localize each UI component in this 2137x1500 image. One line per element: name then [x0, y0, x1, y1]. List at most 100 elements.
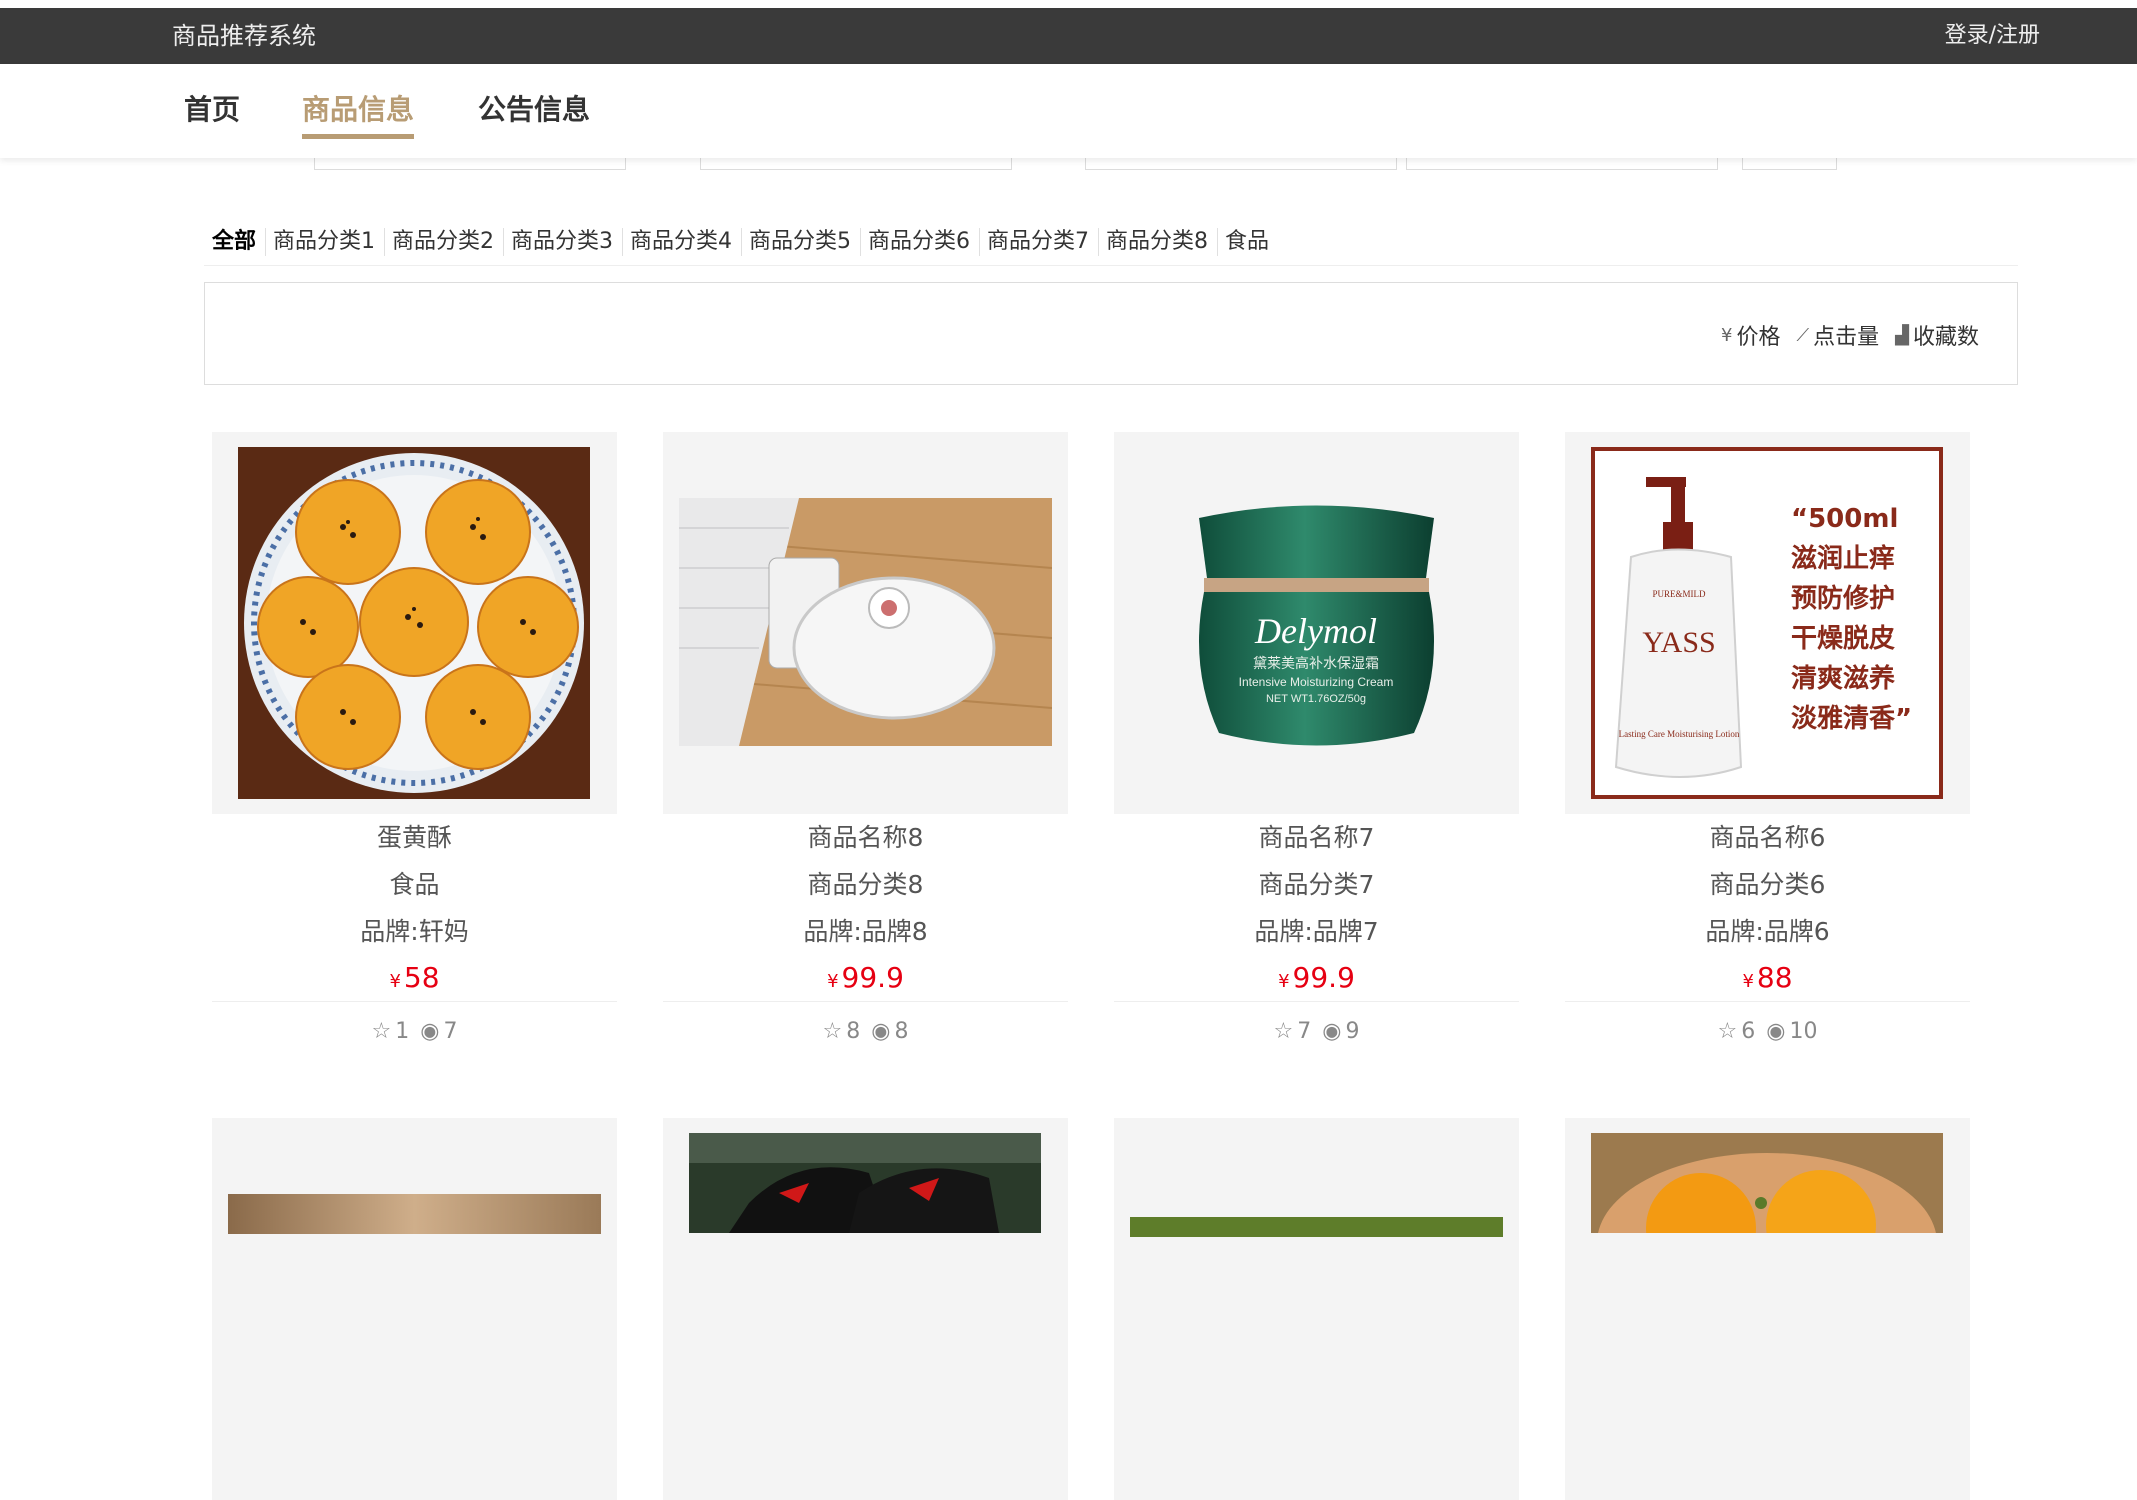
product-brand: 品牌:品牌7	[1254, 917, 1379, 946]
svg-text:黛莱美高补水保湿霜: 黛莱美高补水保湿霜	[1253, 655, 1379, 672]
sort-label: 点击量	[1813, 325, 1880, 350]
yen-icon: ¥	[1721, 324, 1733, 346]
product-image[interactable]	[212, 1118, 617, 1500]
product-name[interactable]: 商品名称8	[663, 814, 1068, 861]
filter-input-4[interactable]	[1406, 158, 1718, 170]
shoes-photo-partial	[689, 1133, 1041, 1233]
favorite-count: 1	[395, 1019, 410, 1044]
product-brand: 品牌:轩妈	[360, 917, 469, 946]
top-bar: 商品推荐系统 登录/注册	[0, 8, 2137, 64]
product-card[interactable]: 商品名称8 商品分类8 品牌:品牌8 ¥99.9 ☆ 8 ◉ 8	[663, 432, 1068, 1061]
yen-icon: ¥	[1742, 971, 1754, 992]
eye-icon: ◉	[1322, 1019, 1342, 1044]
svg-text:Delymol: Delymol	[1254, 611, 1377, 651]
svg-text:干燥脱皮: 干燥脱皮	[1791, 624, 1895, 654]
login-register-link[interactable]: 登录/注册	[1945, 8, 2040, 64]
eye-icon: ◉	[1766, 1019, 1786, 1044]
main-nav: 首页 商品信息 公告信息	[0, 64, 2137, 158]
sort-by-clicks[interactable]: ⟋ 点击量	[1797, 319, 1880, 351]
product-brand: 品牌:品牌6	[1705, 917, 1830, 946]
product-card[interactable]	[1565, 1118, 1970, 1500]
category-item[interactable]: 商品分类2	[385, 227, 505, 256]
favorite-count: 6	[1741, 1019, 1756, 1044]
category-filter: 全部 商品分类1 商品分类2 商品分类3 商品分类4 商品分类5 商品分类6 商…	[204, 218, 2018, 266]
sort-by-price[interactable]: ¥ 价格	[1721, 319, 1780, 351]
view-count: 7	[443, 1019, 458, 1044]
sort-by-favorites[interactable]: ▟ 收藏数	[1895, 319, 1979, 351]
product-photo-partial	[228, 1194, 601, 1234]
product-price: ¥58	[389, 961, 440, 994]
site-brand[interactable]: 商品推荐系统	[172, 8, 316, 64]
star-icon: ☆	[371, 1019, 392, 1044]
view-count: 8	[894, 1019, 909, 1044]
product-category: 食品	[389, 870, 440, 899]
category-item[interactable]: 商品分类8	[1099, 227, 1219, 256]
product-image[interactable]: PURE&MILD YASS Lasting Care Moisturising…	[1565, 432, 1970, 814]
product-image[interactable]: Delymol 黛莱美高补水保湿霜 Intensive Moisturizing…	[1114, 432, 1519, 814]
category-item[interactable]: 商品分类3	[504, 227, 624, 256]
product-card[interactable]	[212, 1118, 617, 1500]
yen-icon: ¥	[389, 971, 401, 992]
sort-bar: ¥ 价格 ⟋ 点击量 ▟ 收藏数	[204, 282, 2018, 385]
egg-yolk-pastry-image	[238, 447, 590, 799]
product-name[interactable]: 商品名称7	[1114, 814, 1519, 861]
product-category: 商品分类8	[807, 870, 924, 899]
product-stats: ☆ 7 ◉ 9	[1114, 1001, 1519, 1061]
sort-label: 价格	[1736, 325, 1781, 350]
product-category: 商品分类6	[1709, 870, 1826, 899]
category-item[interactable]: 商品分类6	[861, 227, 981, 256]
category-item[interactable]: 商品分类7	[980, 227, 1100, 256]
category-item[interactable]: 商品分类5	[742, 227, 862, 256]
filter-input-1[interactable]	[314, 158, 626, 170]
filter-input-3[interactable]	[1085, 158, 1397, 170]
svg-text:PURE&MILD: PURE&MILD	[1652, 589, 1706, 599]
product-card[interactable]: PURE&MILD YASS Lasting Care Moisturising…	[1565, 432, 1970, 1061]
product-stats: ☆ 6 ◉ 10	[1565, 1001, 1970, 1061]
product-image[interactable]	[212, 432, 617, 814]
product-category: 商品分类7	[1258, 870, 1375, 899]
search-filters-partial	[0, 158, 2137, 170]
yen-icon: ¥	[1278, 971, 1290, 992]
category-item[interactable]: 商品分类1	[266, 227, 386, 256]
product-price: ¥88	[1742, 961, 1793, 994]
view-count: 10	[1789, 1019, 1818, 1044]
svg-text:Intensive Moisturizing Cream: Intensive Moisturizing Cream	[1239, 675, 1394, 689]
oranges-photo-partial	[1591, 1133, 1943, 1233]
product-price: ¥99.9	[1278, 961, 1355, 994]
filter-input-2[interactable]	[700, 158, 1012, 170]
category-food[interactable]: 食品	[1218, 228, 1278, 256]
favorite-count: 7	[1297, 1019, 1312, 1044]
svg-text:YASS: YASS	[1642, 626, 1715, 659]
search-button[interactable]	[1742, 158, 1837, 170]
product-card[interactable]: Delymol 黛莱美高补水保湿霜 Intensive Moisturizing…	[1114, 432, 1519, 1061]
product-card[interactable]	[1114, 1118, 1519, 1500]
product-photo-partial	[1130, 1217, 1503, 1237]
trend-icon: ⟋	[1796, 324, 1810, 346]
category-item[interactable]: 商品分类4	[623, 227, 743, 256]
product-stats: ☆ 1 ◉ 7	[212, 1001, 617, 1061]
view-count: 9	[1345, 1019, 1360, 1044]
product-image[interactable]	[1114, 1118, 1519, 1500]
product-image[interactable]	[663, 1118, 1068, 1500]
svg-text:NET WT1.76OZ/50g: NET WT1.76OZ/50g	[1266, 693, 1366, 705]
star-icon: ☆	[1717, 1019, 1738, 1044]
product-name[interactable]: 商品名称6	[1565, 814, 1970, 861]
category-all[interactable]: 全部	[204, 227, 267, 256]
nav-announcements[interactable]: 公告信息	[478, 88, 590, 134]
eye-icon: ◉	[420, 1019, 440, 1044]
product-brand: 品牌:品牌8	[803, 917, 928, 946]
product-card[interactable]: 蛋黄酥 食品 品牌:轩妈 ¥58 ☆ 1 ◉ 7	[212, 432, 617, 1061]
product-name[interactable]: 蛋黄酥	[212, 814, 617, 861]
body-lotion-image: PURE&MILD YASS Lasting Care Moisturising…	[1591, 447, 1943, 799]
svg-text:淡雅清香”: 淡雅清香”	[1791, 704, 1912, 734]
product-image[interactable]	[1565, 1118, 1970, 1500]
star-icon: ☆	[822, 1019, 843, 1044]
svg-text:清爽滋养: 清爽滋养	[1791, 663, 1895, 694]
svg-text:Lasting Care Moisturising Loti: Lasting Care Moisturising Lotion	[1619, 729, 1740, 739]
star-icon: ☆	[1273, 1019, 1294, 1044]
product-card[interactable]	[663, 1118, 1068, 1500]
nav-products[interactable]: 商品信息	[302, 88, 415, 139]
nav-home[interactable]: 首页	[184, 88, 240, 134]
product-image[interactable]	[663, 432, 1068, 814]
robot-vacuum-image	[679, 498, 1052, 746]
